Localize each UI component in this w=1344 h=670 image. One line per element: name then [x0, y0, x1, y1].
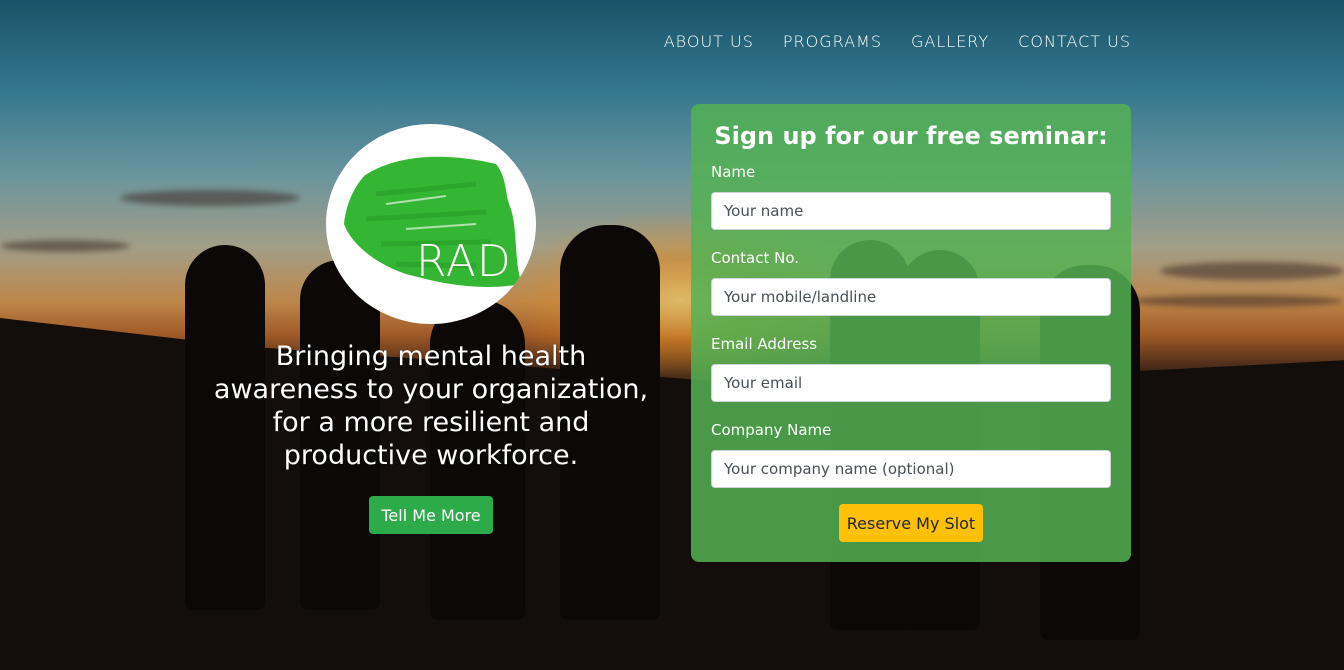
company-label: Company Name [711, 421, 832, 439]
tell-me-more-button[interactable]: Tell Me More [369, 496, 493, 534]
name-input[interactable] [711, 192, 1111, 230]
main-nav: ABOUT US PROGRAMS GALLERY CONTACT US [664, 32, 1131, 51]
brand-logo: RAD [326, 124, 536, 324]
nav-about-us[interactable]: ABOUT US [664, 32, 754, 51]
nav-gallery[interactable]: GALLERY [911, 32, 989, 51]
tagline-line: productive workforce. [283, 440, 579, 471]
tagline-line: Bringing mental health [275, 341, 587, 372]
logo-wordmark: RAD [416, 236, 512, 287]
hero-tagline: Bringing mental health awareness to your… [211, 340, 651, 472]
hero-background-image [0, 0, 1344, 670]
contact-label: Contact No. [711, 249, 800, 267]
seminar-signup-form: Sign up for our free seminar: Name Conta… [691, 104, 1131, 562]
company-name-input[interactable] [711, 450, 1111, 488]
tagline-line: awareness to your organization, [213, 374, 649, 405]
nav-contact-us[interactable]: CONTACT US [1018, 32, 1131, 51]
email-input[interactable] [711, 364, 1111, 402]
name-label: Name [711, 163, 756, 181]
tagline-line: for a more resilient and [272, 407, 590, 438]
email-label: Email Address [711, 335, 818, 353]
contact-number-input[interactable] [711, 278, 1111, 316]
paint-stroke-icon [344, 156, 522, 287]
nav-programs[interactable]: PROGRAMS [783, 32, 882, 51]
reserve-my-slot-button[interactable]: Reserve My Slot [839, 504, 983, 542]
form-title: Sign up for our free seminar: [714, 122, 1108, 150]
